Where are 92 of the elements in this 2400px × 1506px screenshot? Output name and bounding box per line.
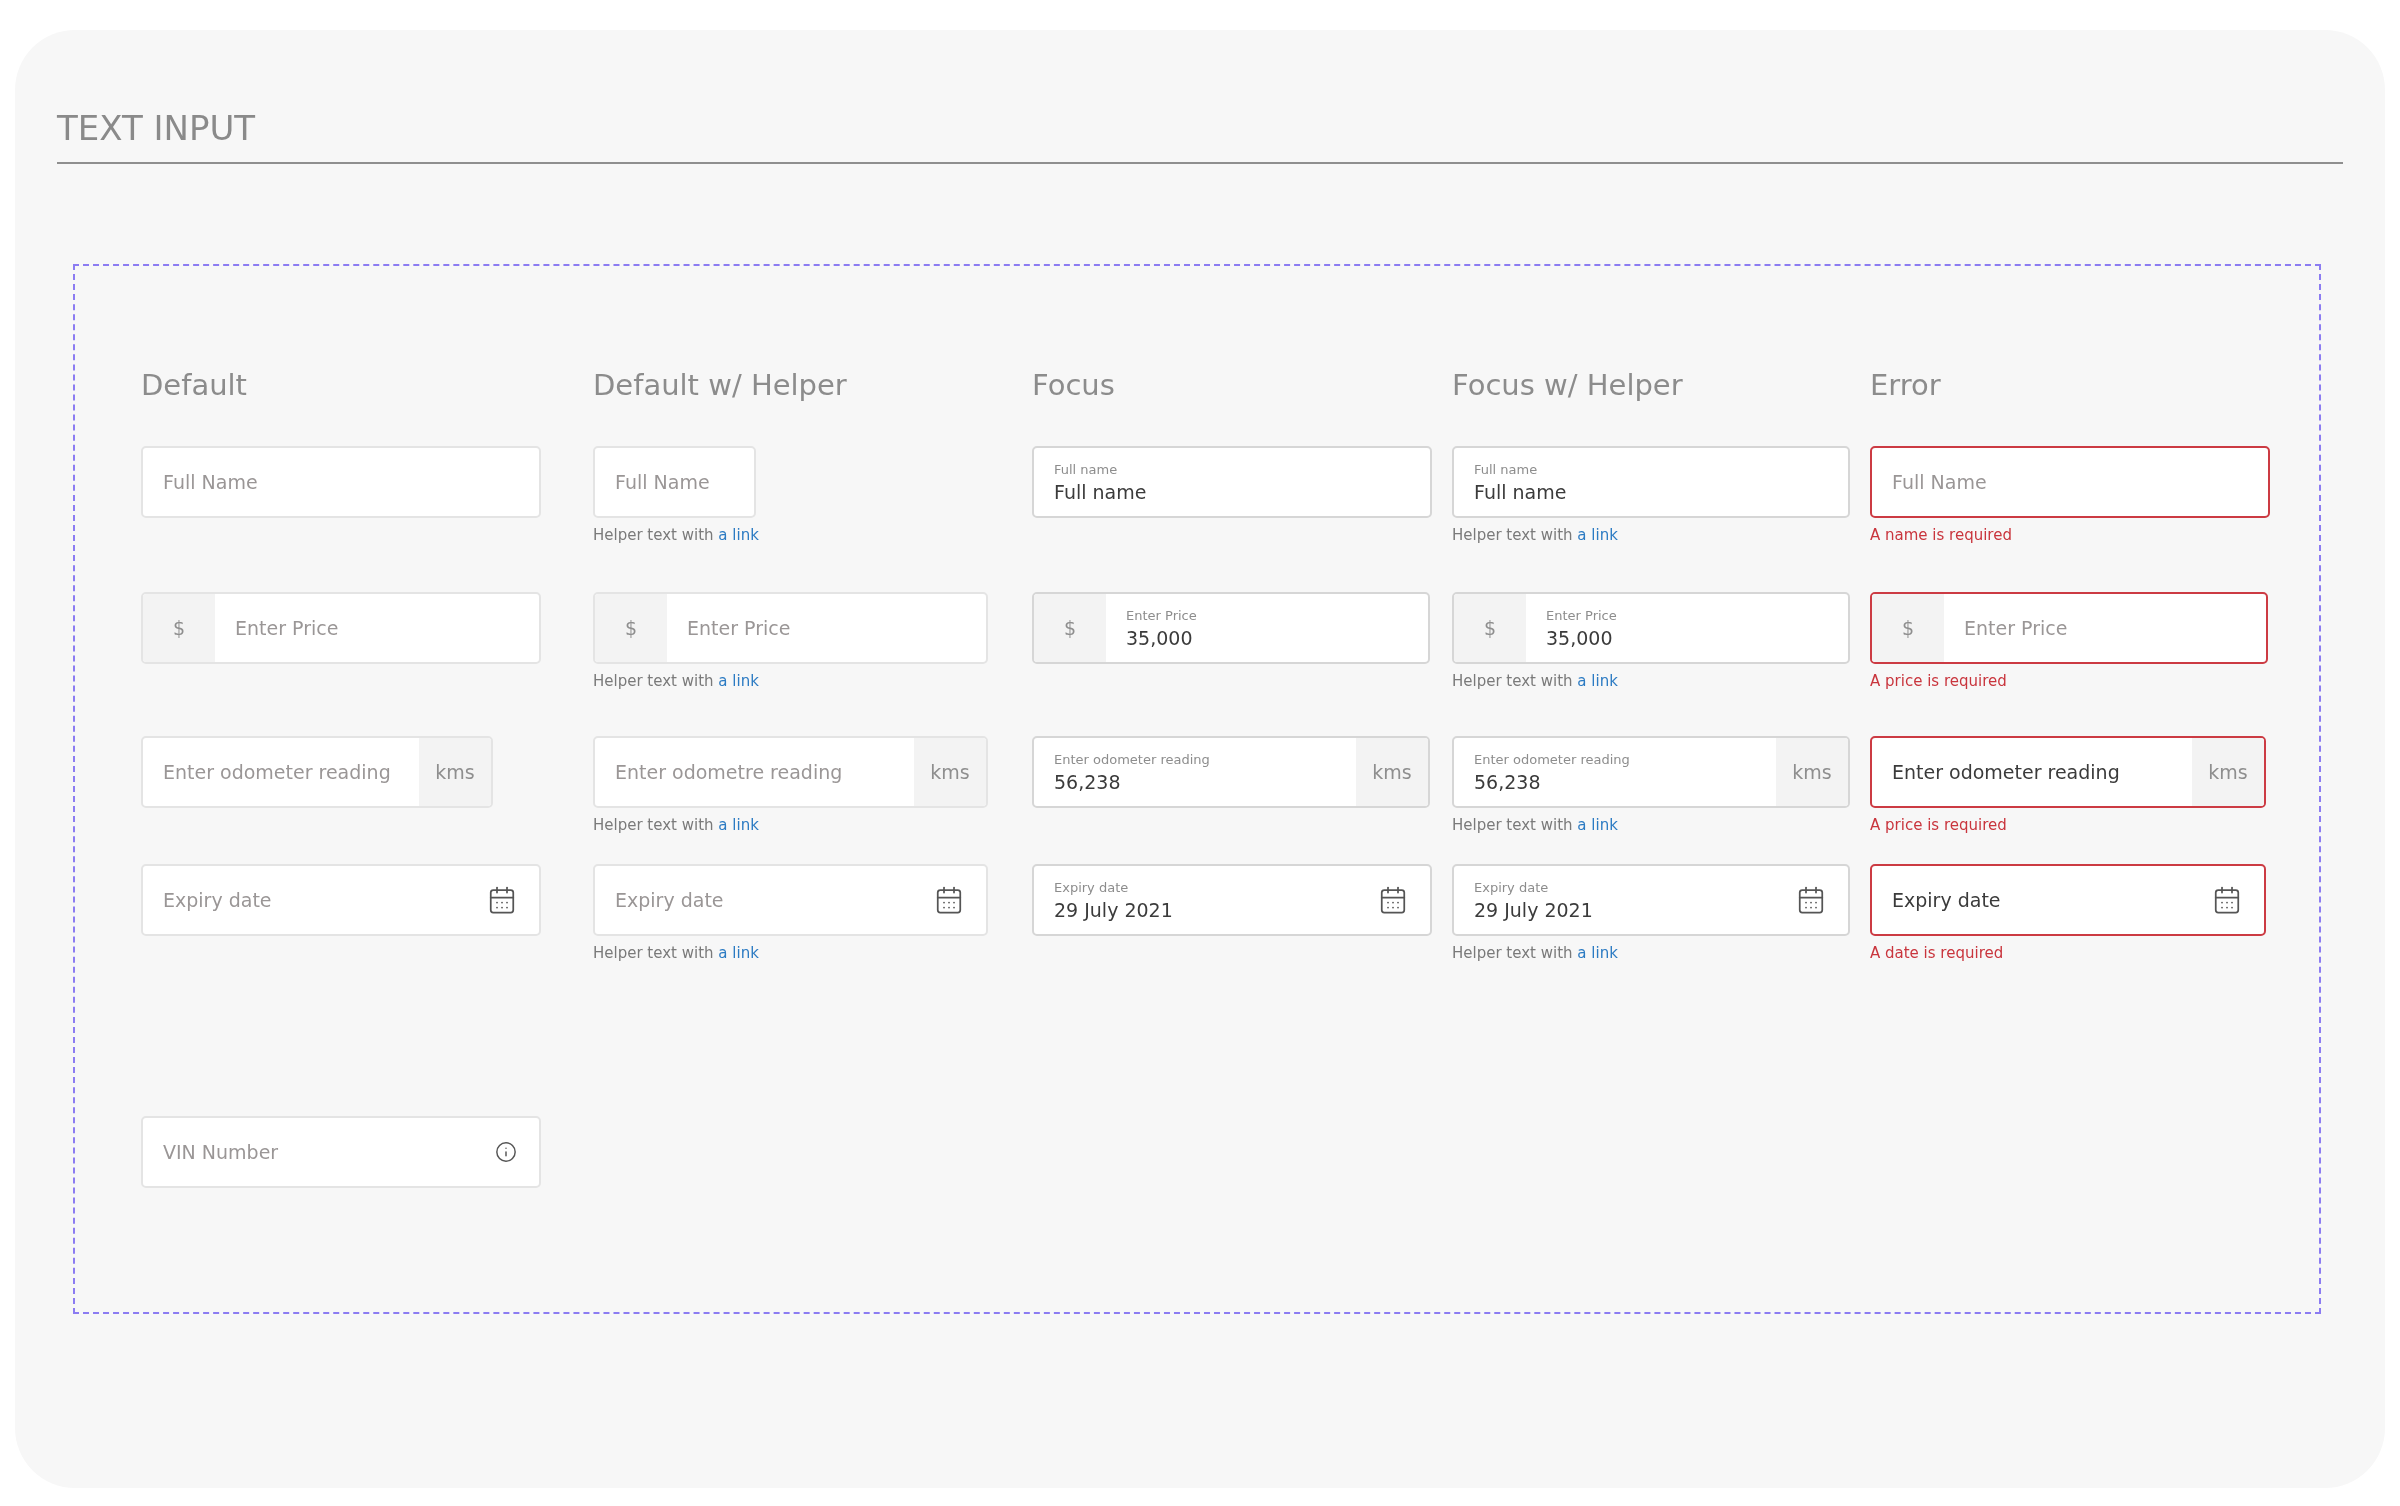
- field-value: Enter odometer reading: [1892, 761, 2121, 783]
- calendar-icon[interactable]: [1378, 885, 1408, 915]
- prefix-addon: $: [1034, 594, 1106, 662]
- placeholder: Enter odometer reading: [163, 761, 392, 783]
- calendar-icon[interactable]: [934, 885, 964, 915]
- input-field[interactable]: VIN Number: [141, 1116, 541, 1188]
- field-value: 56,238: [1054, 770, 1122, 793]
- column-heading: Error: [1870, 367, 1942, 404]
- page-title: TEXT INPUT: [57, 107, 257, 150]
- error-input-field[interactable]: Expiry date: [1870, 864, 2266, 936]
- suffix-addon: kms: [1356, 738, 1428, 806]
- floating-label: Full name: [1054, 461, 1119, 477]
- input-field[interactable]: $ Enter Price 35,000: [1032, 592, 1430, 664]
- info-icon[interactable]: [495, 1141, 517, 1163]
- floating-label: Full name: [1474, 461, 1539, 477]
- placeholder: Full Name: [615, 471, 711, 493]
- helper-link[interactable]: a link: [718, 526, 759, 544]
- field-value: 29 July 2021: [1474, 898, 1594, 921]
- floating-label: Expiry date: [1054, 879, 1130, 895]
- field-value: 56,238: [1474, 770, 1542, 793]
- input-field[interactable]: Enter odometer reading 56,238 kms: [1032, 736, 1430, 808]
- floating-label: Enter odometer reading: [1474, 751, 1631, 767]
- calendar-icon[interactable]: [487, 885, 517, 915]
- input-field[interactable]: Full name Full name: [1032, 446, 1432, 518]
- helper-text: Helper text with a link: [1452, 816, 1618, 834]
- placeholder: VIN Number: [163, 1141, 280, 1163]
- input-field[interactable]: Full Name: [141, 446, 541, 518]
- input-field[interactable]: Expiry date: [593, 864, 988, 936]
- suffix-addon: kms: [914, 738, 986, 806]
- column-heading: Focus w/ Helper: [1452, 367, 1684, 404]
- helper-text: Helper text with a link: [593, 526, 759, 544]
- placeholder: Expiry date: [615, 889, 725, 911]
- floating-label: Enter odometer reading: [1054, 751, 1211, 767]
- helper-text: Helper text with a link: [593, 672, 759, 690]
- input-field[interactable]: Expiry date 29 July 2021: [1032, 864, 1432, 936]
- error-input-field[interactable]: Enter odometer reading kms: [1870, 736, 2266, 808]
- input-field[interactable]: Enter odometer reading 56,238 kms: [1452, 736, 1850, 808]
- error-message: A name is required: [1870, 526, 2012, 544]
- field-value: 35,000: [1546, 626, 1614, 649]
- input-field[interactable]: $ Enter Price 35,000: [1452, 592, 1850, 664]
- prefix-addon: $: [1872, 594, 1944, 662]
- placeholder: Full Name: [163, 471, 259, 493]
- suffix-addon: kms: [419, 738, 491, 806]
- helper-link[interactable]: a link: [718, 944, 759, 962]
- prefix-addon: $: [1454, 594, 1526, 662]
- helper-text: Helper text with a link: [1452, 672, 1618, 690]
- helper-link[interactable]: a link: [1577, 944, 1618, 962]
- calendar-icon[interactable]: [1796, 885, 1826, 915]
- field-value: Full name: [1054, 480, 1148, 503]
- error-input-field[interactable]: Full Name: [1870, 446, 2270, 518]
- column-heading: Focus: [1032, 367, 1116, 404]
- error-message: A date is required: [1870, 944, 2004, 962]
- helper-link[interactable]: a link: [718, 816, 759, 834]
- helper-link[interactable]: a link: [718, 672, 759, 690]
- helper-link[interactable]: a link: [1577, 672, 1618, 690]
- placeholder: Enter odometre reading: [615, 761, 844, 783]
- placeholder: Enter Price: [1964, 617, 2069, 639]
- suffix-addon: kms: [1776, 738, 1848, 806]
- field-value: 35,000: [1126, 626, 1194, 649]
- input-field[interactable]: Full name Full name: [1452, 446, 1850, 518]
- placeholder: Expiry date: [163, 889, 273, 911]
- error-input-field[interactable]: $ Enter Price: [1870, 592, 2268, 664]
- suffix-addon: kms: [2192, 738, 2264, 806]
- input-field[interactable]: Full Name: [593, 446, 756, 518]
- floating-label: Enter Price: [1546, 607, 1618, 623]
- helper-text: Helper text with a link: [593, 944, 759, 962]
- column-heading: Default w/ Helper: [593, 367, 848, 404]
- helper-link[interactable]: a link: [1577, 526, 1618, 544]
- input-field[interactable]: Enter odometer reading kms: [141, 736, 493, 808]
- placeholder: Full Name: [1892, 471, 1988, 493]
- helper-text: Helper text with a link: [593, 816, 759, 834]
- helper-text: Helper text with a link: [1452, 526, 1618, 544]
- input-field[interactable]: Enter odometre reading kms: [593, 736, 988, 808]
- placeholder: Enter Price: [687, 617, 792, 639]
- floating-label: Expiry date: [1474, 879, 1550, 895]
- prefix-addon: $: [143, 594, 215, 662]
- input-field[interactable]: $ Enter Price: [593, 592, 988, 664]
- field-value: Expiry date: [1892, 889, 2002, 911]
- input-field[interactable]: $ Enter Price: [141, 592, 541, 664]
- placeholder: Enter Price: [235, 617, 340, 639]
- floating-label: Enter Price: [1126, 607, 1198, 623]
- field-value: 29 July 2021: [1054, 898, 1174, 921]
- error-message: A price is required: [1870, 672, 2007, 690]
- helper-link[interactable]: a link: [1577, 816, 1618, 834]
- prefix-addon: $: [595, 594, 667, 662]
- column-heading: Default: [141, 367, 248, 404]
- helper-text: Helper text with a link: [1452, 944, 1618, 962]
- calendar-icon[interactable]: [2212, 885, 2242, 915]
- field-value: Full name: [1474, 480, 1568, 503]
- input-field[interactable]: Expiry date 29 July 2021: [1452, 864, 1850, 936]
- error-message: A price is required: [1870, 816, 2007, 834]
- input-field[interactable]: Expiry date: [141, 864, 541, 936]
